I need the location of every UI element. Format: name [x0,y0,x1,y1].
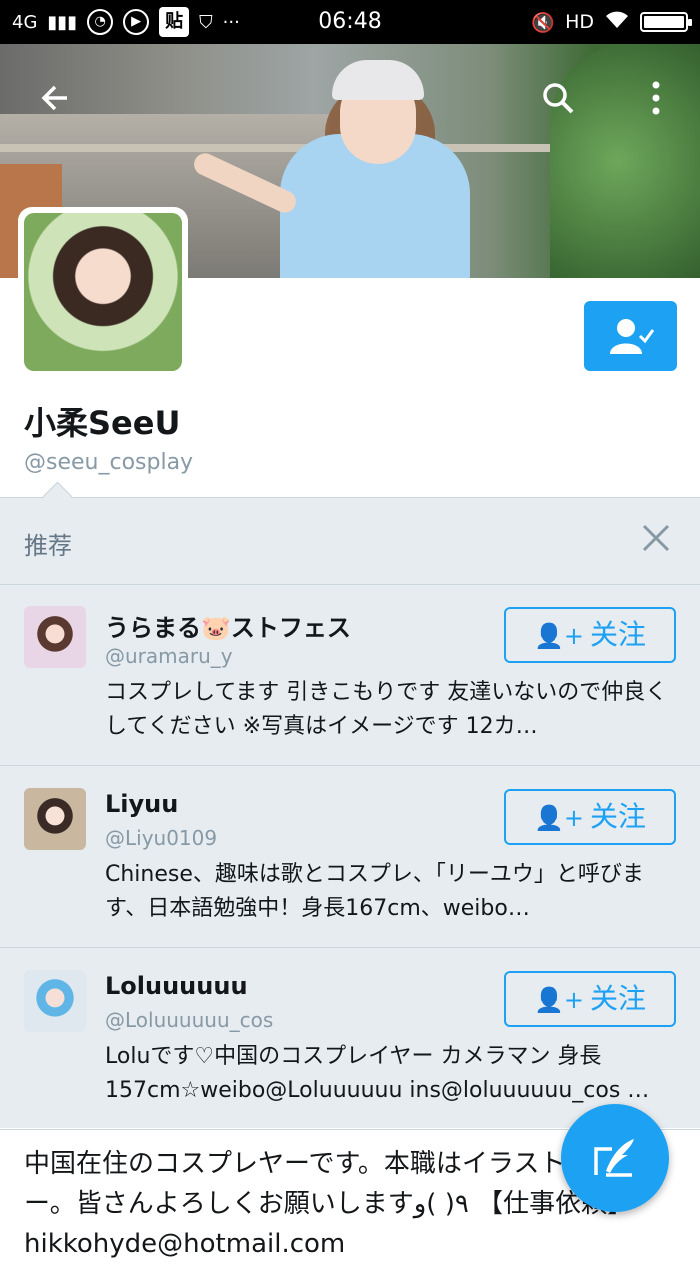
recommended-account[interactable]: Loluuuuuu @Loluuuuuu_cos Loluです♡中国のコスプレイ… [0,948,700,1130]
more-vertical-icon[interactable] [628,70,684,126]
hd-label: HD [565,11,594,33]
recommended-account[interactable]: Liyuu @Liyu0109 Chinese、趣味は歌とコスプレ、「リーユウ」… [0,766,700,948]
account-handle: @uramaru_y [105,644,233,668]
profile-display-name: 小柔SeeU [24,404,181,442]
status-bar: 4G ▮▮▮ ◔ ▶ 贴 ⛉ ··· 06:48 🔇 HD [0,0,700,44]
recommendations-panel: 推荐 うらまる🐷ストフェス @uramaru_y コスプレしてます 引きこもりで… [0,481,700,1130]
recommendations-header: 推荐 [0,498,700,585]
add-user-icon: 👤+ [533,804,584,832]
account-name: うらまる🐷ストフェス [105,614,351,642]
account-avatar[interactable] [24,606,86,668]
close-icon[interactable] [636,518,676,558]
account-bio: コスプレしてます 引きこもりです 友達いないので仲良くしてください ※写真はイメ… [105,680,668,739]
recommendations-title: 推荐 [24,532,72,560]
compose-tweet-icon[interactable] [561,1104,669,1212]
profile-avatar[interactable] [18,207,188,377]
account-handle: @Loluuuuuu_cos [105,1008,274,1032]
profile-handle: @seeu_cosplay [24,450,194,475]
wifi-icon [604,10,630,35]
account-bio: Chinese、趣味は歌とコスプレ、「リーユウ」と呼びます、日本語勉強中！身長1… [105,862,644,921]
mute-icon: 🔇 [531,11,556,34]
search-icon[interactable] [530,70,586,126]
battery-icon [640,12,692,32]
account-avatar[interactable] [24,788,86,850]
follow-button[interactable]: 👤+ 关注 [504,607,676,663]
account-handle: @Liyu0109 [105,826,218,850]
account-bio: Loluです♡中国のコスプレイヤー カメラマン 身長157cm☆weibo@Lo… [105,1044,650,1103]
add-user-icon: 👤+ [533,622,584,650]
account-name: Liyuu [105,790,179,818]
following-button[interactable] [584,301,677,371]
add-user-icon: 👤+ [533,986,584,1014]
recommended-account[interactable]: うらまる🐷ストフェス @uramaru_y コスプレしてます 引きこもりです 友… [0,584,700,766]
follow-button[interactable]: 👤+ 关注 [504,789,676,845]
follow-button[interactable]: 👤+ 关注 [504,971,676,1027]
account-avatar[interactable] [24,970,86,1032]
back-arrow-icon[interactable] [27,70,83,126]
status-bar-right: 🔇 HD [531,0,692,44]
account-name: Loluuuuuu [105,972,248,1000]
